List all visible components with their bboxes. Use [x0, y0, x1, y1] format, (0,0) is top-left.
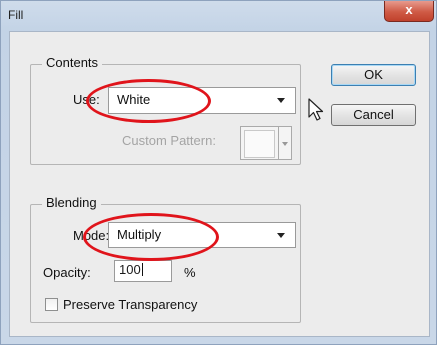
- mode-selected-value: Multiply: [117, 227, 162, 242]
- title-bar: Fill x: [1, 1, 437, 31]
- preserve-transparency-label[interactable]: Preserve Transparency: [63, 297, 197, 312]
- opacity-label: Opacity:: [43, 265, 91, 280]
- use-selected-value: White: [117, 92, 151, 107]
- close-icon: x: [405, 2, 413, 17]
- text-caret: [141, 263, 143, 276]
- pattern-divider: [278, 127, 279, 159]
- window-title: Fill: [8, 8, 24, 22]
- custom-pattern-label: Custom Pattern:: [122, 133, 216, 148]
- opacity-value: 100: [119, 262, 141, 277]
- pattern-preview: [244, 130, 275, 158]
- use-dropdown[interactable]: White: [108, 87, 296, 114]
- close-button[interactable]: x: [384, 1, 434, 22]
- fill-dialog: Fill x Contents Use: White Custom Patter…: [0, 0, 437, 345]
- opacity-unit: %: [184, 265, 196, 280]
- dropdown-arrow-icon: [277, 233, 285, 238]
- blending-legend: Blending: [42, 195, 101, 210]
- opacity-input[interactable]: 100: [114, 260, 172, 282]
- mode-label: Mode:: [73, 228, 110, 243]
- contents-legend: Contents: [42, 55, 103, 70]
- mode-dropdown[interactable]: Multiply: [108, 222, 296, 248]
- ok-button[interactable]: OK: [331, 64, 416, 86]
- mouse-pointer-icon: [308, 98, 324, 121]
- preserve-transparency-checkbox[interactable]: [45, 298, 58, 311]
- cancel-button[interactable]: Cancel: [331, 104, 416, 126]
- custom-pattern-picker: [240, 126, 292, 160]
- pattern-arrow-icon: [282, 142, 288, 146]
- use-label: Use:: [73, 92, 100, 107]
- dropdown-arrow-icon: [277, 98, 285, 103]
